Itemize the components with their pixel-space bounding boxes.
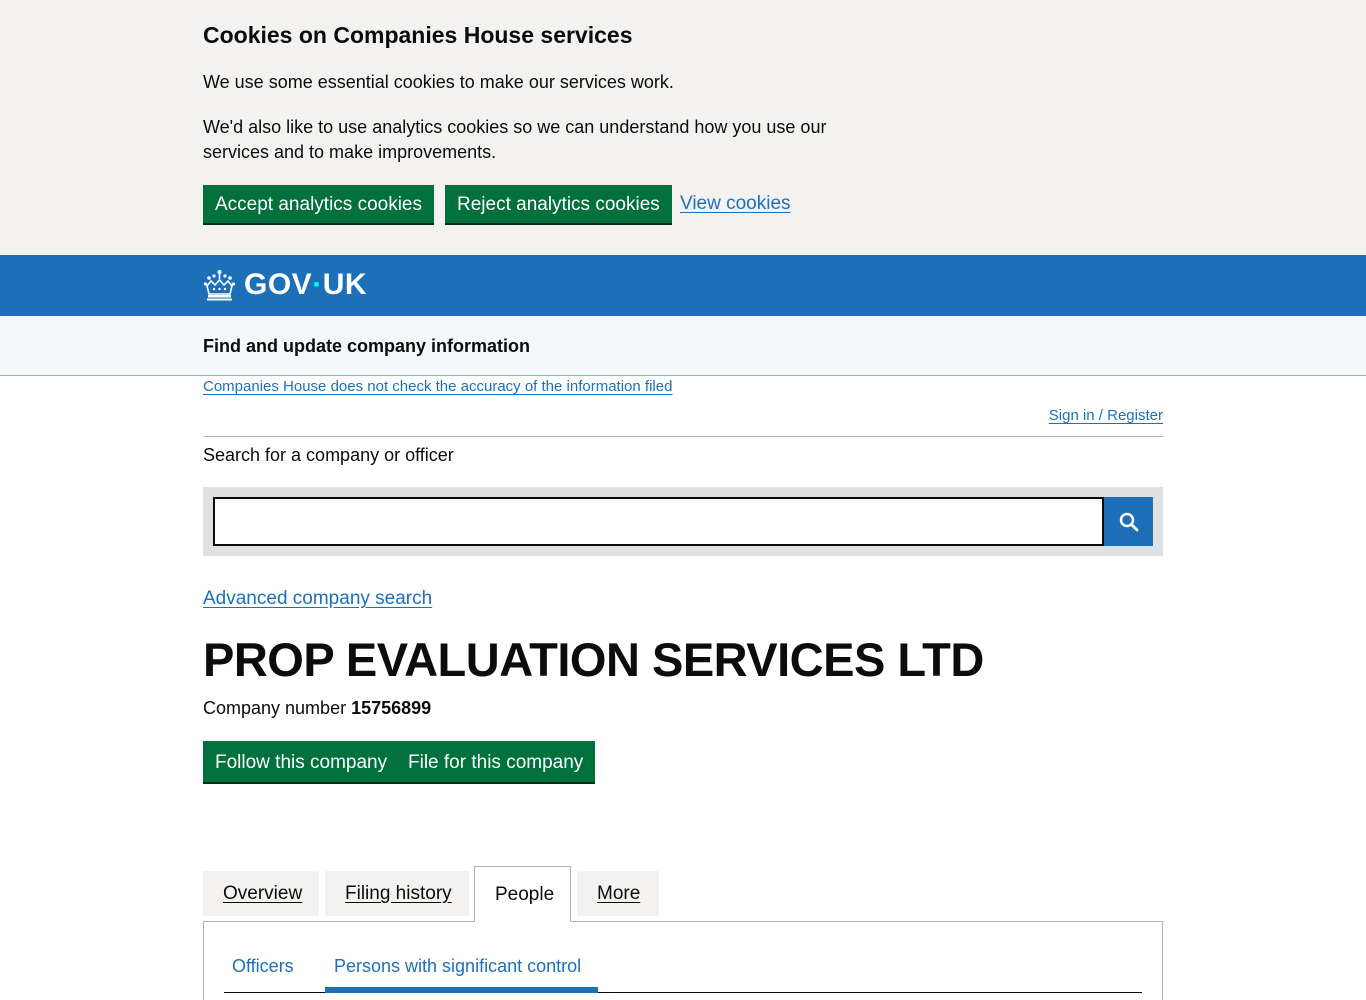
view-cookies-link[interactable]: View cookies <box>680 191 791 216</box>
govuk-wordmark-right: UK <box>322 268 368 301</box>
service-name[interactable]: Find and update company information <box>203 335 530 357</box>
accept-analytics-cookies-button[interactable]: Accept analytics cookies <box>203 185 434 223</box>
file-for-company-button[interactable]: File for this company <box>396 741 596 782</box>
search-button[interactable] <box>1104 497 1153 546</box>
people-tab-panel: Officers Persons with significant contro… <box>203 921 1163 1000</box>
subtab-persons-with-significant-control[interactable]: Persons with significant control <box>334 954 581 978</box>
tab-filing-history[interactable]: Filing history <box>325 871 469 916</box>
cookie-banner-title: Cookies on Companies House services <box>203 22 633 48</box>
company-number-label: Company number <box>203 698 347 718</box>
company-number: Company number 15756899 <box>203 696 431 720</box>
follow-company-button[interactable]: Follow this company <box>203 741 400 782</box>
tab-people-label: People <box>495 884 555 905</box>
govuk-wordmark-dot: · <box>312 268 323 301</box>
govuk-wordmark-left: GOV <box>244 268 313 301</box>
tab-more[interactable]: More <box>577 871 659 916</box>
search-input[interactable] <box>213 497 1104 546</box>
tab-overview[interactable]: Overview <box>203 871 319 916</box>
search-icon <box>1119 512 1138 531</box>
crown-icon <box>203 270 236 301</box>
active-subtab-indicator <box>325 987 598 993</box>
tab-filing-history-label[interactable]: Filing history <box>345 883 452 904</box>
company-number-value: 15756899 <box>351 698 432 718</box>
tab-people[interactable]: People <box>474 866 571 922</box>
tab-more-label[interactable]: More <box>597 883 640 904</box>
govuk-wordmark: GOV·UK <box>244 268 367 302</box>
advanced-company-search-link[interactable]: Advanced company search <box>203 586 432 611</box>
tab-overview-label[interactable]: Overview <box>223 883 302 904</box>
cookie-banner-analytics-text: We'd also like to use analytics cookies … <box>203 117 827 162</box>
company-name: PROP EVALUATION SERVICES LTD <box>203 633 984 686</box>
cookie-banner-essential-text: We use some essential cookies to make ou… <box>203 72 674 92</box>
search-label: Search for a company or officer <box>203 445 454 465</box>
sign-in-register-link[interactable]: Sign in / Register <box>1049 406 1163 426</box>
subtab-officers[interactable]: Officers <box>232 954 294 978</box>
govuk-logo[interactable]: GOV·UK <box>203 268 367 302</box>
service-bar: Find and update company information <box>0 316 1366 376</box>
search-box <box>203 487 1163 556</box>
reject-analytics-cookies-button[interactable]: Reject analytics cookies <box>445 185 672 223</box>
accuracy-notice-link[interactable]: Companies House does not check the accur… <box>203 377 672 397</box>
divider <box>203 436 1163 437</box>
govuk-header: GOV·UK <box>0 255 1366 316</box>
cookie-banner: Cookies on Companies House services We u… <box>0 0 1366 255</box>
